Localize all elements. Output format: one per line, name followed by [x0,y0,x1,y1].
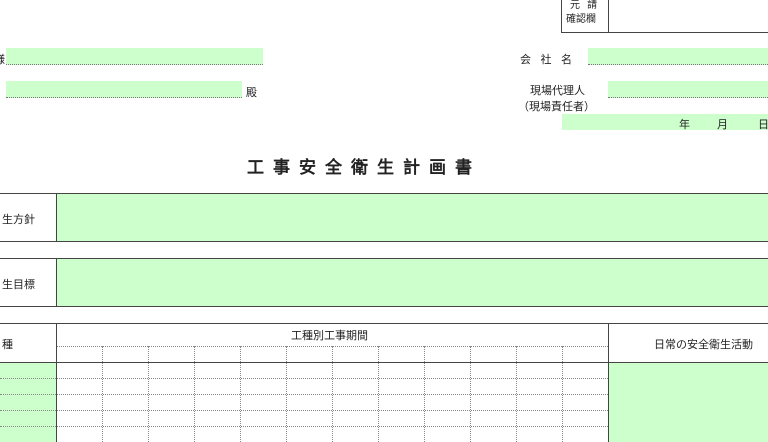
policy-input[interactable] [57,194,768,241]
daily-activity-column[interactable] [609,363,768,442]
date-day-label: 日 [758,118,768,131]
company-name-field[interactable] [588,48,768,65]
period-header: 工種別工事期間 [291,329,368,342]
date-field[interactable] [562,114,768,130]
schedule-row-line [0,426,608,427]
agent-label: 現場代理人 [530,84,585,97]
schedule-left-header: 種 [2,338,13,351]
confirm-box-bottom-border [561,32,768,33]
date-year-label: 年 [679,118,690,131]
confirm-box-line2: 確認欄 [566,14,596,25]
policy-label: 生方針 [2,213,35,226]
policy-bottom-border [0,241,768,242]
addressee-suffix: 殿 [246,86,257,99]
agent-name-field[interactable] [608,81,768,98]
confirm-box-divider [608,0,609,32]
activity-header: 日常の安全衛生活動 [654,338,753,351]
work-type-column[interactable] [0,363,56,442]
company-label: 会 社 名 [520,53,575,66]
agent-sub-label: （現場責任者） [518,100,595,113]
date-month-label: 月 [717,118,728,131]
confirm-box-left-border [561,0,562,32]
target-input[interactable] [57,259,768,306]
target-label: 生目標 [2,278,35,291]
schedule-row-line [0,394,608,395]
schedule-top-border [0,323,768,324]
document-title: 工事安全衛生計画書 [247,158,481,178]
target-bottom-border [0,306,768,307]
schedule-row-line [0,410,608,411]
recipient-company-field[interactable] [6,48,263,65]
partial-label-1: 様 [0,51,5,67]
recipient-name-field[interactable] [6,81,242,98]
schedule-row-line [0,378,608,379]
schedule-left-divider [56,323,57,442]
